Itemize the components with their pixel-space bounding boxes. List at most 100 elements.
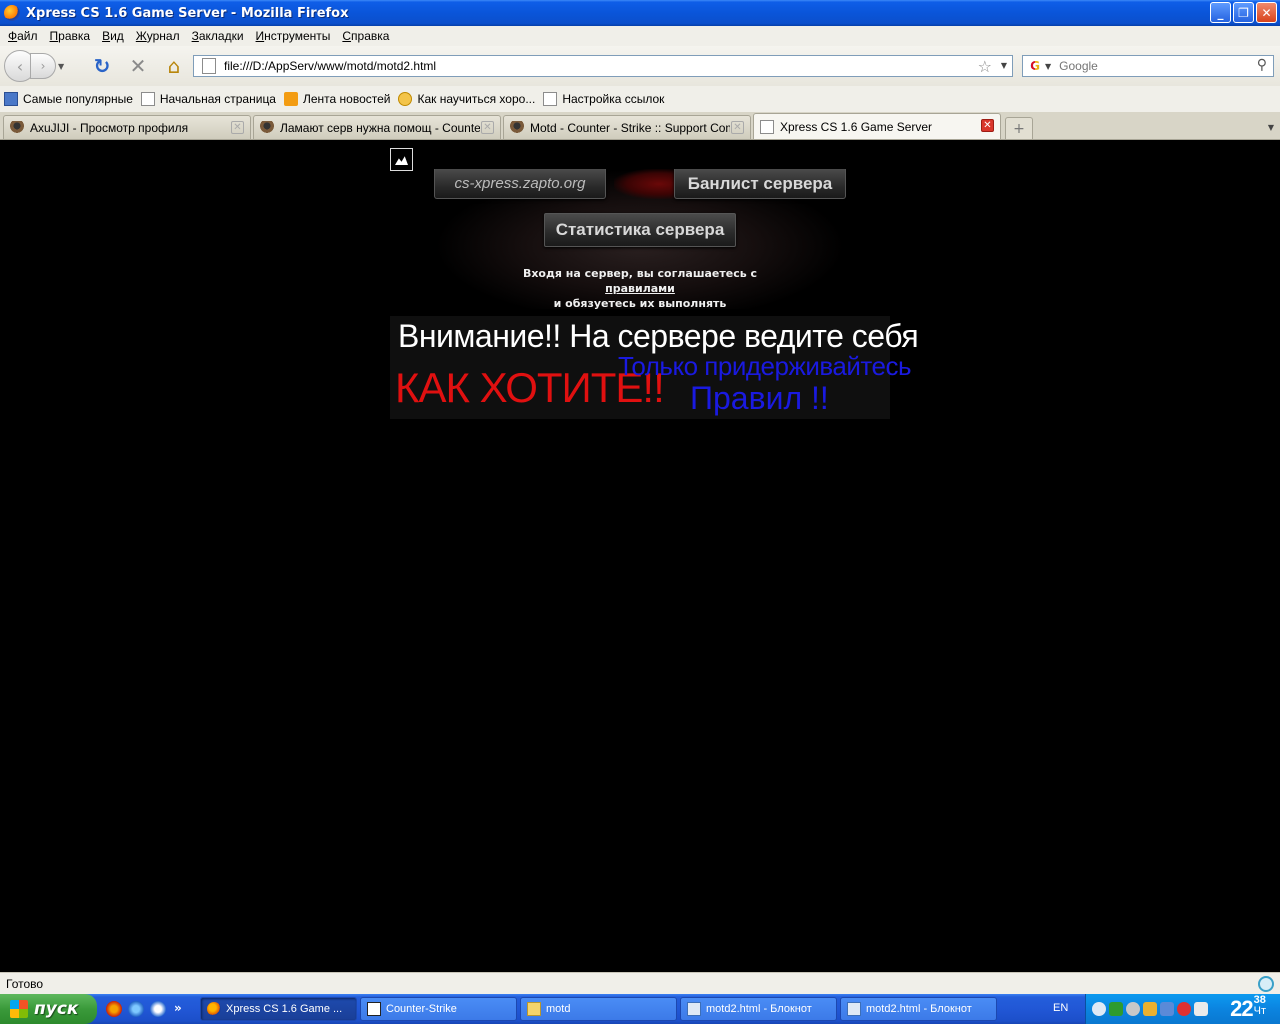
search-bar[interactable]: G ▼ ⚲ (1022, 55, 1274, 77)
menu-bookmarks[interactable]: Закладки (186, 29, 250, 43)
tray-icons (1092, 1002, 1208, 1016)
tray-security-icon[interactable] (1143, 1002, 1157, 1016)
counter-strike-icon (367, 1002, 381, 1016)
menu-view[interactable]: Вид (96, 29, 130, 43)
rules-link[interactable]: правилами (605, 282, 675, 295)
bookmark-most-visited[interactable]: Самые популярные (4, 92, 133, 106)
tray-flag-icon[interactable] (1194, 1002, 1208, 1016)
close-button[interactable]: ✕ (1256, 2, 1277, 23)
taskbar-item-label: Xpress CS 1.6 Game ... (226, 1003, 343, 1015)
tab-close-icon[interactable]: ✕ (981, 119, 994, 132)
tab-xpress-server[interactable]: Xpress CS 1.6 Game Server ✕ (753, 113, 1001, 139)
bookmark-label: Начальная страница (159, 92, 276, 106)
address-bar[interactable]: ☆ ▼ (193, 55, 1013, 77)
bookmark-star-icon[interactable]: ☆ (978, 57, 992, 76)
search-engine-dropdown-icon[interactable]: ▼ (1045, 62, 1051, 71)
taskbar-item-label: motd2.html - Блокнот (706, 1003, 812, 1015)
popular-icon (4, 92, 18, 106)
stop-icon[interactable]: ✕ (126, 54, 150, 78)
new-tab-button[interactable]: + (1005, 117, 1033, 139)
taskbar-item-firefox[interactable]: Xpress CS 1.6 Game ... (200, 997, 357, 1021)
google-icon[interactable]: G (1027, 58, 1043, 74)
tab-label: AxuJIJI - Просмотр профиля (30, 120, 189, 135)
taskbar-item-notepad-1[interactable]: motd2.html - Блокнот (680, 997, 837, 1021)
broken-image-icon (390, 148, 413, 171)
start-button[interactable]: пуск (0, 994, 97, 1024)
internet-explorer-icon[interactable] (128, 1001, 144, 1017)
navigation-toolbar: ‹ › ▼ ↻ ✕ ⌂ ☆ ▼ G ▼ ⚲ (0, 46, 1280, 86)
clock-hour: 22 (1230, 996, 1254, 1021)
addon-status-icon[interactable] (1258, 976, 1274, 992)
menu-help[interactable]: Справка (336, 29, 395, 43)
bookmark-start-page[interactable]: Начальная страница (140, 92, 276, 106)
tab-list-dropdown-icon[interactable]: ▼ (1264, 118, 1278, 136)
folder-icon (527, 1002, 541, 1016)
window-title: Xpress CS 1.6 Game Server - Mozilla Fire… (26, 5, 349, 21)
tray-antivirus-icon[interactable] (1177, 1002, 1191, 1016)
url-input[interactable] (224, 59, 964, 73)
forward-button[interactable]: › (30, 53, 56, 79)
bookmarks-toolbar: Самые популярные Начальная страница Лент… (0, 86, 1280, 112)
window-controls: _ ❐ ✕ (1210, 2, 1277, 23)
reload-icon[interactable]: ↻ (90, 54, 114, 78)
menu-tools[interactable]: Инструменты (250, 29, 337, 43)
search-input[interactable] (1059, 59, 1250, 73)
home-icon[interactable]: ⌂ (162, 54, 186, 78)
tray-back-icon[interactable] (1092, 1002, 1106, 1016)
url-dropdown-icon[interactable]: ▼ (1001, 61, 1007, 70)
user-avatar-icon (510, 120, 524, 135)
search-icon[interactable]: ⚲ (1257, 57, 1267, 73)
tray-app-icon[interactable] (1109, 1002, 1123, 1016)
forward-arrow-icon: › (40, 59, 46, 73)
tab-label: Ламают серв нужна помощ - Counter ... (280, 120, 480, 135)
back-arrow-icon: ‹ (16, 56, 24, 76)
notepad-icon (847, 1002, 861, 1016)
site-address-button[interactable]: cs-xpress.zapto.org (434, 169, 606, 199)
bookmark-label: Как научиться хоро... (417, 92, 536, 106)
bookmark-news-feed[interactable]: Лента новостей (283, 92, 391, 106)
notice-blue-rules: Правил !! (690, 380, 829, 416)
bookmark-label: Настройка ссылок (562, 92, 665, 106)
taskbar-item-counter-strike[interactable]: Counter-Strike (360, 997, 517, 1021)
media-player-icon[interactable] (150, 1001, 166, 1017)
banlist-button[interactable]: Банлист сервера (674, 169, 846, 199)
menu-edit[interactable]: Правка (44, 29, 97, 43)
opera-icon[interactable] (106, 1001, 122, 1017)
start-label: пуск (34, 999, 79, 1019)
quick-launch-more[interactable]: » (174, 1001, 182, 1017)
restore-button[interactable]: ❐ (1233, 2, 1254, 23)
bookmark-customize-links[interactable]: Настройка ссылок (543, 92, 664, 106)
server-stats-button[interactable]: Статистика сервера (544, 213, 736, 247)
tab-profile[interactable]: AxuJIJI - Просмотр профиля ✕ (3, 115, 251, 139)
system-clock[interactable]: 22 38 Чт (1230, 995, 1266, 1023)
tab-strip: AxuJIJI - Просмотр профиля ✕ Ламают серв… (0, 112, 1280, 140)
taskbar-item-label: Counter-Strike (386, 1003, 457, 1015)
bookmark-how-to[interactable]: Как научиться хоро... (398, 92, 535, 106)
bookmark-label: Лента новостей (302, 92, 391, 106)
taskbar-item-notepad-2[interactable]: motd2.html - Блокнот (840, 997, 997, 1021)
tab-label: Xpress CS 1.6 Game Server (780, 119, 933, 134)
language-indicator[interactable]: EN (1053, 1002, 1068, 1014)
tab-help-request[interactable]: Ламают серв нужна помощ - Counter ... ✕ (253, 115, 501, 139)
firefox-icon[interactable] (4, 5, 20, 21)
taskbar-item-label: motd (546, 1003, 571, 1015)
tab-close-icon[interactable]: ✕ (231, 121, 244, 134)
tray-display-icon[interactable] (1160, 1002, 1174, 1016)
tab-close-icon[interactable]: ✕ (481, 121, 494, 134)
help-icon (398, 92, 413, 106)
status-bar: Готово (0, 972, 1280, 994)
menu-bar: Файл Правка Вид Журнал Закладки Инструме… (0, 26, 1280, 46)
tray-network-icon[interactable] (1126, 1002, 1140, 1016)
taskbar-item-motd-folder[interactable]: motd (520, 997, 677, 1021)
tab-close-icon[interactable]: ✕ (731, 121, 744, 134)
menu-history[interactable]: Журнал (130, 29, 186, 43)
history-dropdown-icon[interactable]: ▼ (58, 62, 64, 71)
minimize-button[interactable]: _ (1210, 2, 1231, 23)
tab-motd-support[interactable]: Motd - Counter - Strike :: Support Com..… (503, 115, 751, 139)
page-icon (140, 92, 155, 106)
menu-file[interactable]: Файл (2, 29, 44, 43)
back-forward-group: ‹ › ▼ (4, 50, 78, 82)
plus-icon: + (1013, 120, 1025, 137)
notice-blue-text: Только придерживайтесь (618, 351, 912, 381)
page-icon (760, 119, 774, 134)
